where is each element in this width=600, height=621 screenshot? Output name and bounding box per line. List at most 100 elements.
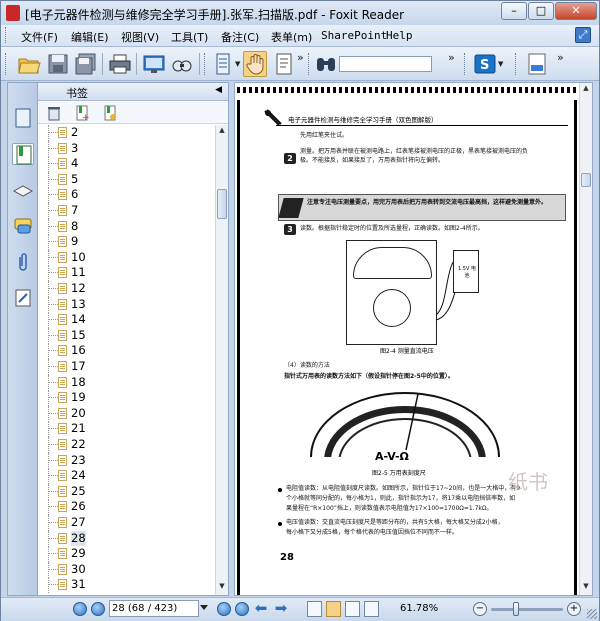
menu-tools[interactable]: 工具(T) <box>171 29 208 45</box>
resize-grip[interactable] <box>587 609 597 619</box>
scroll-up-icon[interactable]: ▲ <box>581 84 591 96</box>
single-page-view-icon[interactable] <box>307 601 322 617</box>
bookmark-item[interactable]: 7 <box>38 203 216 219</box>
continuous-view-icon[interactable] <box>326 601 341 617</box>
bookmark-item[interactable]: 24 <box>38 468 216 485</box>
toolbar-grip[interactable] <box>5 53 8 75</box>
bookmark-properties-icon[interactable] <box>102 105 118 121</box>
menu-forms[interactable]: 表单(m) <box>271 29 312 45</box>
zoom-slider[interactable] <box>491 608 563 611</box>
scroll-down-icon[interactable]: ▼ <box>217 582 227 594</box>
single-page-icon[interactable] <box>211 52 235 76</box>
bookmark-item[interactable]: 8 <box>38 218 216 235</box>
bookmark-item[interactable]: 2 <box>38 125 216 141</box>
zoom-out-button[interactable]: − <box>473 602 487 616</box>
sharepoint-icon[interactable]: S <box>473 52 497 76</box>
delete-bookmark-icon[interactable] <box>46 105 62 121</box>
menu-help[interactable]: Help <box>386 29 413 42</box>
binoculars-icon[interactable] <box>314 52 338 76</box>
bookmark-item[interactable]: 20 <box>38 405 216 422</box>
go-back-icon[interactable]: ⬅ <box>253 601 269 617</box>
bookmark-item[interactable]: 11 <box>38 265 216 282</box>
print-icon[interactable] <box>108 52 132 76</box>
menu-file[interactable]: 文件(F) <box>21 29 58 45</box>
signatures-tab-icon[interactable] <box>12 287 34 309</box>
find-text-icon[interactable] <box>170 52 194 76</box>
comments-tab-icon[interactable] <box>12 215 34 237</box>
full-screen-icon[interactable] <box>142 52 166 76</box>
menu-edit[interactable]: 编辑(E) <box>71 29 109 45</box>
minimize-button[interactable]: – <box>501 2 527 20</box>
bookmark-item[interactable]: 22 <box>38 437 216 453</box>
bookmark-item[interactable]: 21 <box>38 421 216 438</box>
layers-tab-icon[interactable] <box>12 179 34 201</box>
bookmark-item[interactable]: 17 <box>38 359 216 375</box>
previous-page-icon[interactable] <box>91 602 105 616</box>
bookmark-item[interactable]: 28 <box>38 530 216 547</box>
scrollbar-thumb[interactable] <box>217 189 227 219</box>
find-input[interactable] <box>339 56 432 72</box>
attachments-tab-icon[interactable] <box>12 251 34 273</box>
zoom-in-button[interactable]: + <box>567 602 581 616</box>
chevron-down-icon[interactable]: ▼ <box>235 60 240 68</box>
pdf-creator-icon[interactable] <box>525 52 549 76</box>
bookmark-item[interactable]: 13 <box>38 296 216 313</box>
save-as-icon[interactable] <box>74 52 98 76</box>
bookmark-item[interactable]: 25 <box>38 483 216 500</box>
bookmark-item[interactable]: 16 <box>38 343 216 360</box>
maximize-button[interactable]: □ <box>528 2 554 20</box>
chevron-down-icon[interactable] <box>200 605 208 610</box>
bookmark-item[interactable]: 12 <box>38 281 216 297</box>
toolbar-grip[interactable] <box>308 53 311 75</box>
toolbar-overflow-icon[interactable]: » <box>297 51 304 64</box>
add-bookmark-icon[interactable]: + <box>74 105 90 123</box>
go-forward-icon[interactable]: ➡ <box>273 601 289 617</box>
bookmark-item[interactable]: 5 <box>38 171 216 188</box>
bookmark-item[interactable]: 4 <box>38 156 216 173</box>
bookmark-item[interactable]: 27 <box>38 515 216 531</box>
restore-document-icon[interactable]: ⤢ <box>575 27 591 43</box>
bookmark-item[interactable]: 3 <box>38 140 216 157</box>
menu-comments[interactable]: 备注(C) <box>221 29 259 45</box>
bookmark-item[interactable]: 23 <box>38 452 216 469</box>
save-icon[interactable] <box>46 52 70 76</box>
menu-view[interactable]: 视图(V) <box>121 29 159 45</box>
next-page-icon[interactable] <box>217 602 231 616</box>
toolbar-overflow-icon[interactable]: » <box>448 51 455 64</box>
bookmark-item[interactable]: 18 <box>38 374 216 391</box>
bookmarks-tab-icon[interactable] <box>12 143 34 165</box>
document-scrollbar[interactable]: ▲ ▼ <box>579 83 592 595</box>
zoom-slider-thumb[interactable] <box>513 602 519 616</box>
scroll-down-icon[interactable]: ▼ <box>581 582 591 594</box>
bookmark-item[interactable]: 10 <box>38 249 216 266</box>
toolbar-grip[interactable] <box>204 53 207 75</box>
bookmark-item[interactable]: 6 <box>38 187 216 204</box>
first-page-icon[interactable] <box>73 602 87 616</box>
toolbar-grip[interactable] <box>515 53 518 75</box>
scroll-up-icon[interactable]: ▲ <box>217 126 227 138</box>
document-view[interactable]: 电子元器件检测与维修完全学习手册（双色图解版） 先用红笔夹住试。 2 测量。把万… <box>234 82 593 596</box>
bookmark-item[interactable]: 14 <box>38 312 216 329</box>
scrollbar-thumb[interactable] <box>581 173 591 187</box>
open-icon[interactable] <box>17 52 41 76</box>
facing-view-icon[interactable] <box>345 601 360 617</box>
select-text-icon[interactable] <box>272 52 296 76</box>
bookmark-scrollbar[interactable]: ▲ ▼ <box>215 125 228 595</box>
bookmark-item[interactable]: 31 <box>38 577 216 594</box>
bookmark-item[interactable]: 30 <box>38 561 216 578</box>
pages-tab-icon[interactable] <box>12 107 34 129</box>
bookmark-item[interactable]: 29 <box>38 546 216 563</box>
bookmark-item[interactable]: 9 <box>38 234 216 251</box>
continuous-facing-view-icon[interactable] <box>364 601 379 617</box>
hand-tool-icon[interactable] <box>243 51 267 77</box>
collapse-panel-icon[interactable]: ◀ <box>215 85 222 95</box>
chevron-down-icon[interactable]: ▼ <box>498 60 503 68</box>
page-number-field[interactable]: 28 (68 / 423) <box>109 600 199 617</box>
bookmark-item[interactable]: 15 <box>38 327 216 344</box>
menu-sharepoint[interactable]: SharePoint <box>321 29 387 42</box>
close-button[interactable]: ✕ <box>555 2 597 20</box>
menubar-grip[interactable] <box>5 27 8 43</box>
toolbar-grip[interactable] <box>464 53 467 75</box>
last-page-icon[interactable] <box>235 602 249 616</box>
toolbar-overflow-icon[interactable]: » <box>557 51 564 64</box>
